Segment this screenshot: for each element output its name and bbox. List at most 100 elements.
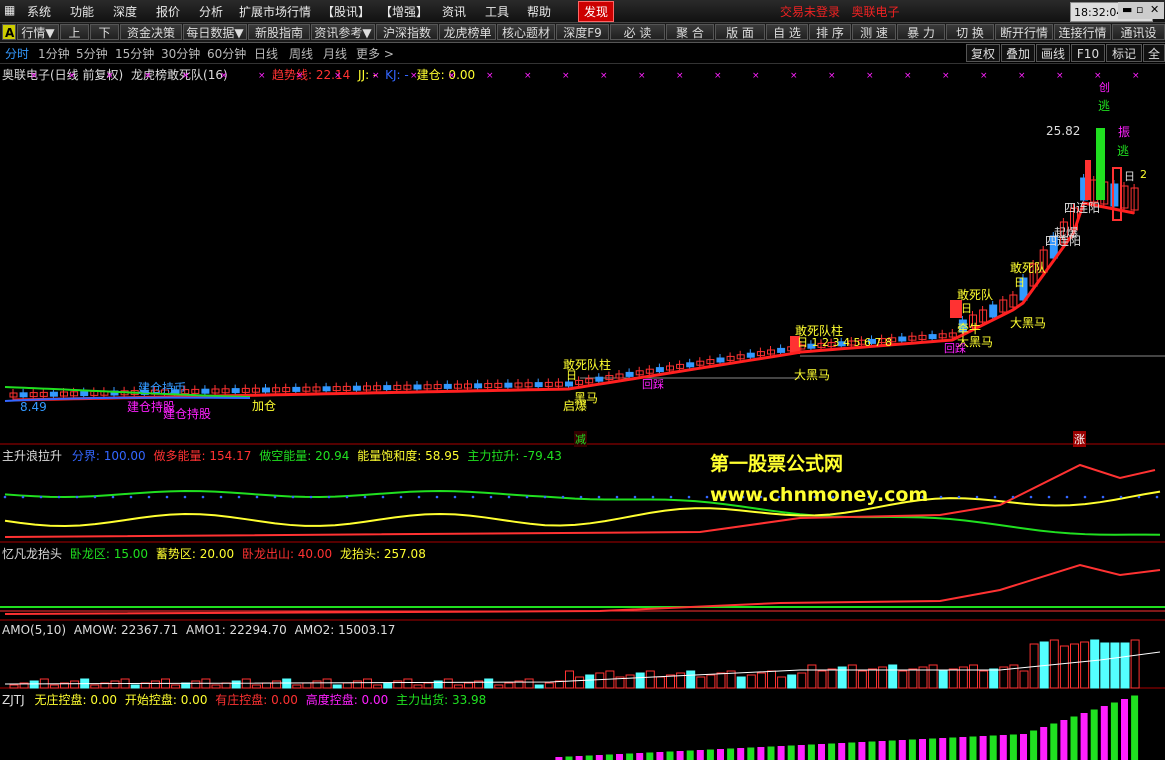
- window-controls[interactable]: ▬ ▫ ✕: [1118, 2, 1164, 19]
- panel2-dot: [291, 495, 295, 499]
- maximize-icon[interactable]: ▫: [1136, 3, 1143, 16]
- panel2-dot: [1119, 495, 1123, 499]
- zjtj-bar: [939, 738, 947, 760]
- volume-bar: [655, 676, 665, 689]
- close-icon[interactable]: ✕: [1150, 3, 1159, 16]
- volume-bar: [191, 680, 201, 689]
- panel2-dot: [939, 495, 943, 499]
- toolbar-news-ref[interactable]: 资讯参考▼: [311, 24, 375, 40]
- menu-quote[interactable]: 报价: [156, 3, 180, 20]
- top-marker: ×: [68, 71, 76, 81]
- top-marker: ×: [524, 71, 532, 81]
- toolbar-depth-f9[interactable]: 深度F9: [556, 24, 609, 40]
- volume-bar: [595, 672, 605, 689]
- toolbar-layout[interactable]: 版 面: [715, 24, 765, 40]
- label-jiacang: 加仓: [252, 399, 277, 413]
- period-weekly[interactable]: 周线: [289, 45, 313, 62]
- panel5-title: ZJTJ 无庄控盘: 0.00 开始控盘: 0.00 有庄控盘: 0.00 高度…: [2, 693, 487, 707]
- toolbar-fund-decision[interactable]: 资金决策▼: [120, 24, 182, 56]
- volume-bar: [9, 684, 19, 689]
- period-5min[interactable]: 5分钟: [76, 45, 108, 62]
- panel2-title: 主升浪拉升 分界: 100.00 做多能量: 154.17 做空能量: 20.9…: [2, 449, 562, 463]
- volume-bar: [948, 668, 958, 689]
- volume-bar: [150, 680, 160, 689]
- toolbar-violent[interactable]: 暴 力: [897, 24, 945, 40]
- menu-system[interactable]: 系统: [27, 3, 51, 20]
- panel2-dot: [543, 495, 547, 499]
- zjtj-bar: [1050, 723, 1058, 760]
- menu-analysis[interactable]: 分析: [199, 3, 223, 20]
- volume-bar: [251, 684, 261, 689]
- mark-button[interactable]: 标记: [1106, 44, 1142, 62]
- toolbar-switch[interactable]: 切 换: [946, 24, 994, 40]
- volume-bar: [645, 670, 655, 689]
- zjtj-bar: [818, 744, 825, 760]
- volume-bar: [827, 668, 837, 689]
- toolbar-comm-settings[interactable]: 通讯设置: [1112, 24, 1165, 56]
- panel2-dot: [633, 495, 637, 499]
- volume-bar: [524, 678, 534, 689]
- period-30min[interactable]: 30分钟: [161, 45, 200, 62]
- minimize-icon[interactable]: ▬: [1122, 3, 1132, 16]
- menu-info[interactable]: 资讯: [442, 3, 466, 20]
- period-daily[interactable]: 日线: [254, 45, 278, 62]
- toolbar-disconnect[interactable]: 断开行情: [995, 24, 1053, 40]
- toolbar-quote[interactable]: 行情▼: [17, 24, 59, 40]
- candle: [474, 383, 483, 389]
- toolbar-sort[interactable]: 排 序: [809, 24, 851, 40]
- toolbar-dragon-tiger[interactable]: 龙虎榜单: [439, 24, 496, 40]
- panel2-dot: [975, 495, 979, 499]
- period-15min[interactable]: 15分钟: [115, 45, 154, 62]
- toolbar-daily-data[interactable]: 每日数据▼: [183, 24, 247, 40]
- period-60min[interactable]: 60分钟: [207, 45, 246, 62]
- volume-bar: [938, 670, 948, 689]
- restore-rights-button[interactable]: 复权: [966, 44, 1000, 62]
- zjtj-bar: [797, 745, 805, 760]
- menu-enhance[interactable]: 【增强】: [380, 3, 428, 20]
- toolbar-connect[interactable]: 连接行情: [1054, 24, 1111, 40]
- panel2-dot: [183, 495, 187, 499]
- fullscreen-button[interactable]: 全: [1143, 44, 1165, 62]
- toolbar-core-theme[interactable]: 核心题材: [497, 24, 555, 40]
- toolbar-watchlist[interactable]: 自 选: [766, 24, 808, 40]
- toolbar-must-read[interactable]: 必 读: [610, 24, 665, 40]
- toolbar-page-up[interactable]: 上翻: [60, 24, 89, 56]
- period-tick[interactable]: 分时: [5, 45, 29, 62]
- volume-bar: [1059, 645, 1069, 689]
- panel2-dot: [219, 495, 223, 499]
- a-share-icon[interactable]: A: [2, 24, 16, 40]
- toolbar-page-down[interactable]: 下翻: [90, 24, 119, 56]
- panel2-dot: [435, 495, 439, 499]
- label-zhang: 涨: [1073, 431, 1086, 447]
- system-menu-icon[interactable]: ▦: [4, 3, 15, 17]
- menu-extended-market[interactable]: 扩展市场行情: [239, 3, 311, 20]
- zjtj-bar: [605, 754, 613, 760]
- period-more[interactable]: 更多 >: [356, 45, 394, 62]
- toolbar-index[interactable]: 沪深指数▼: [376, 24, 438, 56]
- toolbar-aggregate[interactable]: 聚 合: [666, 24, 714, 40]
- label-qibao2: 启爆: [563, 399, 588, 413]
- period-1min[interactable]: 1分钟: [38, 45, 70, 62]
- draw-line-button[interactable]: 画线: [1036, 44, 1070, 62]
- top-marker: ×: [600, 71, 608, 81]
- label-jiancang-cash: 建仓持币: [138, 381, 187, 395]
- candle: [898, 336, 907, 342]
- overlay-button[interactable]: 叠加: [1001, 44, 1035, 62]
- menu-help[interactable]: 帮助: [527, 3, 551, 20]
- menu-stock-news[interactable]: 【股讯】: [322, 3, 370, 20]
- volume-bar: [373, 684, 383, 689]
- menu-discover[interactable]: 发现: [578, 1, 615, 22]
- volume-bar: [453, 684, 463, 689]
- menu-function[interactable]: 功能: [70, 3, 94, 20]
- zjtj-bar: [1030, 730, 1038, 760]
- menu-tools[interactable]: 工具: [485, 3, 509, 20]
- period-monthly[interactable]: 月线: [323, 45, 347, 62]
- toolbar-ipo-guide[interactable]: 新股指南▼: [248, 24, 310, 56]
- f10-button[interactable]: F10: [1071, 44, 1105, 62]
- top-marker: ×: [752, 71, 760, 81]
- panel2-dot: [111, 495, 115, 499]
- toolbar-speed-test[interactable]: 测 速: [852, 24, 896, 40]
- candle: [49, 391, 58, 397]
- zjtj-bar: [919, 739, 926, 760]
- menu-depth[interactable]: 深度: [113, 3, 137, 20]
